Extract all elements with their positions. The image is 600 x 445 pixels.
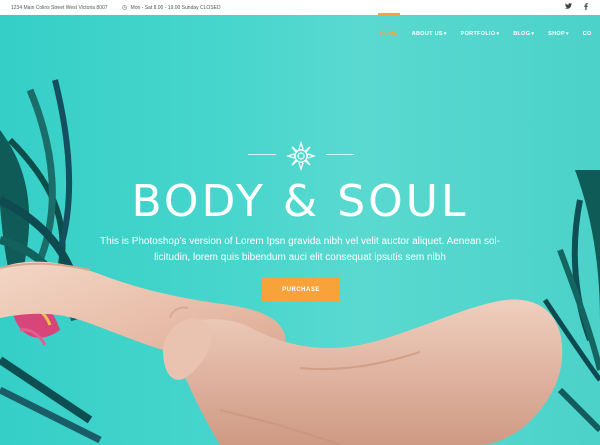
hours-text: Mon - Sat 8.00 - 19.00 Sunday CLOSED (130, 4, 221, 11)
purchase-button[interactable]: PURCHASE (262, 278, 340, 301)
nav-shop-label: SHOP (548, 31, 565, 37)
hero-artwork (0, 79, 600, 445)
nav-item-home[interactable]: HOME (378, 13, 400, 37)
nav-contact-label: CO (582, 31, 592, 37)
social-links (565, 3, 588, 10)
location-icon (2, 5, 7, 10)
chevron-down-icon: ▾ (565, 31, 569, 37)
nav-item-contact[interactable]: CO (583, 31, 592, 37)
nav-about-label: ABOUT US (411, 31, 443, 37)
lotus-icon (286, 141, 316, 171)
chevron-down-icon: ▾ (496, 31, 500, 37)
nav-item-shop[interactable]: SHOP▾ (548, 31, 569, 37)
facebook-icon[interactable] (584, 3, 588, 10)
hero-title: BODY & SOUL (131, 176, 469, 227)
hero-subtitle-line1: This is Photoshop's version of Lorem Ips… (100, 236, 500, 247)
nav-item-blog[interactable]: BLOG▾ (513, 31, 534, 37)
nav-portfolio-label: PORTFOLIO (460, 31, 496, 37)
nav-home-label: HOME (380, 31, 398, 37)
chevron-down-icon: ▾ (531, 31, 535, 37)
main-nav: HOME ABOUT US▾ PORTFOLIO▾ BLOG▾ SHOP▾ CO (378, 13, 600, 37)
divider-right (326, 154, 354, 155)
divider-left (248, 154, 276, 155)
chevron-down-icon: ▾ (443, 31, 447, 37)
nav-item-portfolio[interactable]: PORTFOLIO▾ (461, 31, 500, 37)
active-indicator (378, 13, 400, 15)
nav-blog-label: BLOG (513, 31, 531, 37)
hours-info: Mon - Sat 8.00 - 19.00 Sunday CLOSED (121, 4, 221, 11)
address-info: 1234 Main Colins Street West Victoria 80… (2, 5, 108, 11)
twitter-icon[interactable] (565, 3, 572, 9)
clock-icon (121, 5, 127, 10)
nav-item-about-us[interactable]: ABOUT US▾ (412, 31, 447, 37)
top-info-bar: 1234 Main Colins Street West Victoria 80… (0, 0, 600, 15)
hero-subtitle-line2: licitudin, lorem quis bibendum auci elit… (154, 252, 446, 263)
hero-section (0, 15, 600, 445)
address-text: 1234 Main Colins Street West Victoria 80… (11, 4, 108, 11)
